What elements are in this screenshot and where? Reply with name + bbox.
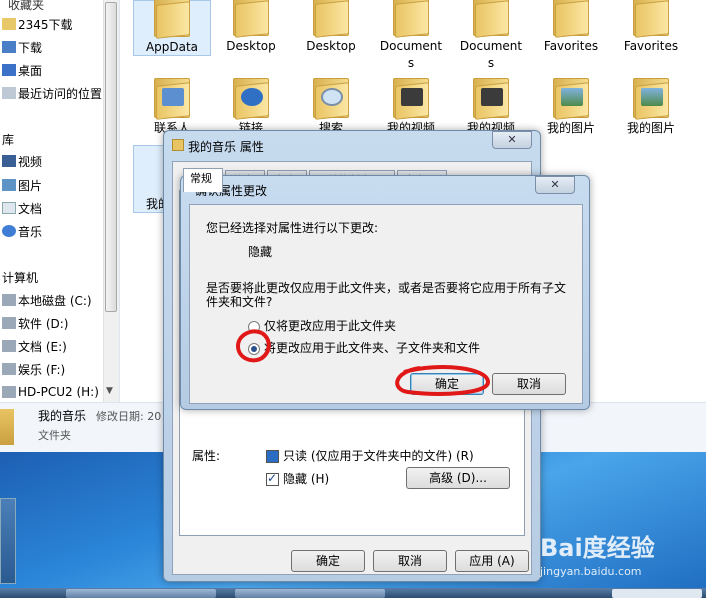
details-type: 文件夹 [38, 429, 71, 442]
contacts-folder-icon [150, 76, 194, 120]
video-icon [2, 155, 16, 167]
cancel-button[interactable]: 取消 [492, 373, 566, 395]
links-folder-icon [229, 76, 273, 120]
music-folder-icon [0, 409, 14, 445]
ok-button[interactable]: 确定 [410, 373, 484, 395]
nav-scrollbar-thumb[interactable] [105, 2, 117, 312]
drive-icon [2, 340, 16, 352]
scroll-down-arrow-icon[interactable]: ▼ [106, 386, 113, 396]
recent-places-icon [2, 87, 16, 99]
desktop-icon [2, 64, 16, 76]
apply-button[interactable]: 应用 (A) [455, 550, 529, 572]
confirm-attribute-dialog: 确认属性更改 ✕ 您已经选择对属性进行以下更改: 隐藏 是否要将此更改仅应用于此… [180, 175, 590, 410]
watermark-url: jingyan.baidu.com [540, 565, 642, 578]
window-title: 我的音乐 属性 [188, 140, 264, 154]
folder-item[interactable]: 链接 [212, 76, 290, 137]
search-folder-icon [309, 76, 353, 120]
cancel-button[interactable]: 取消 [373, 550, 447, 572]
watermark-brand: Bai度经验 [540, 534, 655, 562]
details-modified-date: 修改日期: 20 [96, 410, 162, 423]
folder-icon [469, 0, 513, 38]
radio-icon [248, 320, 260, 333]
ok-button[interactable]: 确定 [291, 550, 365, 572]
folder-item[interactable]: 我的视频 [372, 76, 450, 137]
desktop-icon[interactable] [0, 498, 16, 584]
nav-favorites-header[interactable]: 收藏夹 [8, 0, 44, 14]
close-button[interactable]: ✕ [535, 176, 575, 194]
folder-item[interactable]: Document s [372, 0, 450, 72]
dialog-body: 您已经选择对属性进行以下更改: 隐藏 是否要将此更改仅应用于此文件夹，或者是否要… [189, 204, 583, 404]
download-icon [2, 41, 16, 53]
drive-icon [2, 317, 16, 329]
nav-item-drive-f[interactable]: 娱乐 (F:) [2, 359, 65, 379]
folder-icon [629, 0, 673, 38]
nav-item-drive-c[interactable]: 本地磁盘 (C:) [2, 290, 92, 310]
nav-computer-header[interactable]: 计算机 [2, 267, 38, 287]
nav-item-documents[interactable]: 文档 [2, 198, 42, 218]
close-button[interactable]: ✕ [492, 131, 532, 149]
advanced-button[interactable]: 高级 (D)... [406, 467, 510, 489]
folder-icon [549, 0, 593, 38]
videos-folder-icon [469, 76, 513, 120]
change-summary: 隐藏 [248, 245, 273, 259]
nav-item-pictures[interactable]: 图片 [2, 175, 42, 195]
nav-item-2345-downloads[interactable]: 2345下载 [2, 14, 73, 34]
pictures-folder-icon [629, 76, 673, 120]
drive-icon [2, 294, 16, 306]
dialog-intro-text: 您已经选择对属性进行以下更改: [206, 221, 379, 235]
drive-icon [2, 386, 16, 398]
taskbar [0, 588, 706, 598]
folder-item[interactable]: 我的视频 [452, 76, 530, 137]
documents-icon [2, 202, 16, 214]
hidden-checkbox[interactable]: 隐藏 (H) [266, 470, 329, 487]
music-icon [2, 225, 16, 237]
attributes-label: 属性: [192, 449, 221, 463]
folder-item[interactable]: Favorites [612, 0, 690, 55]
nav-item-desktop[interactable]: 桌面 [2, 60, 42, 80]
nav-item-recent-places[interactable]: 最近访问的位置 [2, 83, 102, 103]
nav-item-drive-e[interactable]: 文档 (E:) [2, 336, 67, 356]
radio-this-folder-only[interactable]: 仅将更改应用于此文件夹 [248, 317, 396, 334]
pictures-icon [2, 179, 16, 191]
taskbar-button[interactable] [66, 589, 216, 598]
radio-folder-subfolders-files[interactable]: 将更改应用于此文件夹、子文件夹和文件 [248, 339, 480, 356]
pictures-folder-icon [549, 76, 593, 120]
drive-icon [2, 363, 16, 375]
details-name: 我的音乐 [38, 409, 87, 423]
nav-item-downloads[interactable]: 下载 [2, 37, 42, 57]
folder-item[interactable]: 搜索 [292, 76, 370, 137]
videos-folder-icon [389, 76, 433, 120]
nav-item-videos[interactable]: 视频 [2, 151, 42, 171]
navigation-pane: 收藏夹 2345下载 下载 桌面 最近访问的位置 库 视频 图片 文档 音乐 计… [0, 0, 120, 402]
radio-selected-icon [248, 342, 260, 355]
taskbar-tray[interactable] [612, 589, 702, 598]
folder-icon [172, 139, 184, 151]
folder-item[interactable]: 联系人 [133, 76, 211, 137]
tab-general[interactable]: 常规 [183, 168, 223, 192]
folder-icon [2, 18, 16, 30]
taskbar-button[interactable] [235, 589, 385, 598]
baidu-watermark: Bai度经验 jingyan.baidu.com [540, 528, 706, 588]
folder-item[interactable]: Favorites [532, 0, 610, 55]
folder-item[interactable]: Desktop [292, 0, 370, 55]
readonly-checkbox[interactable]: 只读 (仅应用于文件夹中的文件) (R) [266, 447, 474, 464]
nav-libraries-header[interactable]: 库 [2, 129, 14, 149]
folder-item[interactable]: 我的图片 [532, 76, 610, 137]
nav-item-drive-h[interactable]: HD-PCU2 (H:) [2, 382, 99, 402]
dialog-question-line2: 件夹和文件? [206, 295, 273, 309]
checkbox-indeterminate-icon [266, 450, 279, 463]
nav-item-drive-d[interactable]: 软件 (D:) [2, 313, 68, 333]
folder-icon [309, 0, 353, 38]
folder-item[interactable]: Document s [452, 0, 530, 72]
nav-item-music[interactable]: 音乐 [2, 221, 42, 241]
folder-icon [389, 0, 433, 38]
checkbox-checked-icon [266, 471, 279, 486]
folder-icon [150, 0, 194, 39]
folder-item[interactable]: AppData [133, 0, 211, 56]
folder-item[interactable]: Desktop [212, 0, 290, 55]
folder-icon [229, 0, 273, 38]
folder-item[interactable]: 我的图片 [612, 76, 690, 137]
